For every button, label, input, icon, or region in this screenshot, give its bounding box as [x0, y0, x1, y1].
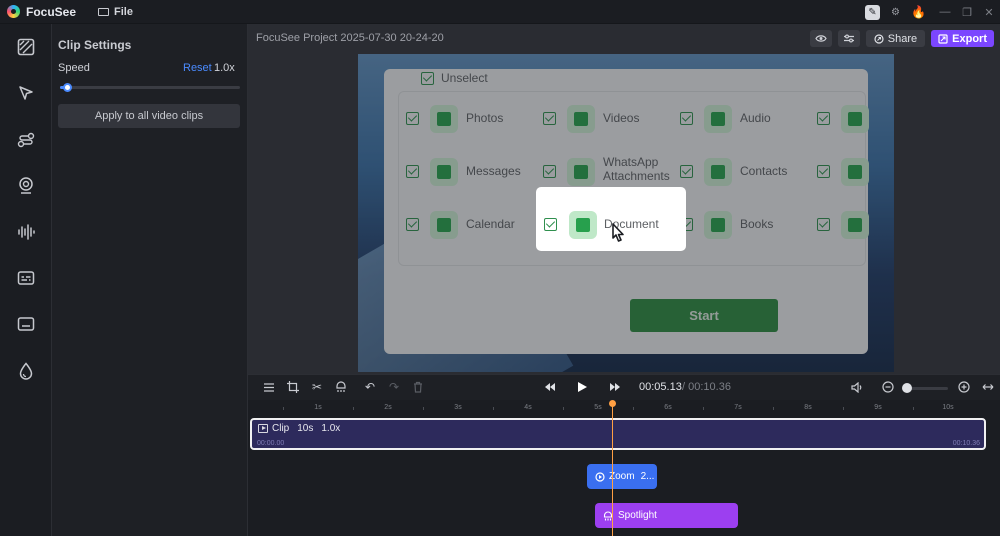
playback-controls: ✂ ↶ ↷ 00:05.13 / 00:10.36: [248, 374, 1000, 400]
file-menu[interactable]: File: [98, 6, 133, 18]
ruler-tick-label: 6s: [664, 404, 672, 411]
timeline-zoom-thumb[interactable]: [902, 383, 912, 393]
export-button[interactable]: Export: [931, 30, 994, 47]
cut-icon[interactable]: ✂: [310, 380, 324, 394]
playhead-handle[interactable]: [609, 400, 616, 407]
clip-start-time: 00:00.00: [257, 440, 285, 447]
ruler-tick-label: 7s: [734, 404, 742, 411]
app-name: FocuSee: [26, 4, 77, 19]
panel-title: Clip Settings: [58, 38, 132, 52]
clip-duration: 10s: [297, 423, 314, 434]
app-logo: [7, 5, 20, 18]
folder-icon: [98, 7, 110, 16]
zoom-in-icon[interactable]: [957, 380, 971, 394]
timeline[interactable]: 1s 2s 3s 4s 5s 6s 7s 8s 9s 10s Clip 10s 1.0x 00:0…: [248, 400, 1000, 536]
document-checkbox: [544, 218, 557, 231]
clip-header: Clip 10s 1.0x: [258, 423, 340, 434]
cursor-icon[interactable]: [17, 84, 35, 102]
ruler-tick: [563, 407, 564, 410]
ruler-tick-label: 8s: [804, 404, 812, 411]
speed-slider[interactable]: [60, 83, 240, 92]
playhead[interactable]: [612, 402, 613, 536]
audio-icon[interactable]: [17, 223, 35, 241]
zoom-segment[interactable]: Zoom 2...: [587, 464, 657, 489]
share-button[interactable]: Share: [865, 30, 926, 47]
background-icon[interactable]: [17, 38, 35, 56]
ruler-tick-label: 2s: [384, 404, 392, 411]
play-icon[interactable]: [575, 380, 589, 394]
ruler-tick: [423, 407, 424, 410]
video-preview[interactable]: Unselect Photos Videos Audio Messages Wh…: [358, 54, 894, 372]
video-clip[interactable]: Clip 10s 1.0x 00:00.00 00:10.36: [250, 418, 986, 450]
share-label: Share: [887, 32, 918, 45]
gift-icon[interactable]: 🔥: [911, 5, 926, 20]
ruler-tick-label: 1s: [314, 404, 322, 411]
ruler-tick: [843, 407, 844, 410]
project-title: FocuSee Project 2025-07-30 20-24-20: [256, 32, 444, 44]
current-time: 00:05.13: [639, 381, 682, 393]
tool-rail: [0, 24, 52, 536]
timeline-ruler[interactable]: 1s 2s 3s 4s 5s 6s 7s 8s 9s 10s: [248, 400, 1000, 416]
total-time: / 00:10.36: [682, 381, 731, 393]
ruler-tick: [493, 407, 494, 410]
adjust-icon[interactable]: [837, 30, 860, 47]
ruler-tick-label: 4s: [524, 404, 532, 411]
eye-icon[interactable]: [809, 30, 832, 47]
clip-settings-panel: Clip Settings Speed Reset 1.0x Apply to …: [52, 24, 248, 536]
captions-icon[interactable]: [17, 269, 35, 287]
fast-forward-icon[interactable]: [608, 380, 622, 394]
ruler-tick-label: 10s: [942, 404, 954, 411]
ruler-tick: [773, 407, 774, 410]
zoom-segment-value: 2...: [640, 471, 655, 482]
document-icon: [569, 211, 597, 239]
ruler-tick: [913, 407, 914, 410]
minimize-icon[interactable]: —: [934, 6, 956, 18]
ruler-tick: [703, 407, 704, 410]
fit-width-icon[interactable]: [981, 380, 995, 394]
export-icon: [938, 33, 948, 44]
speed-value: 1.0x: [214, 62, 235, 74]
camera-icon[interactable]: [17, 177, 35, 195]
mouse-cursor-icon: [612, 223, 624, 242]
watermark-icon[interactable]: [17, 362, 35, 380]
close-icon[interactable]: ✕: [978, 6, 1000, 19]
ruler-tick-label: 3s: [454, 404, 462, 411]
apply-all-button[interactable]: Apply to all video clips: [58, 104, 240, 128]
ruler-tick: [353, 407, 354, 410]
ruler-tick: [633, 407, 634, 410]
clip-video-icon: [258, 424, 268, 433]
reset-button[interactable]: Reset: [183, 62, 212, 74]
zoom-out-icon[interactable]: [881, 380, 895, 394]
clip-end-time: 00:10.36: [952, 440, 980, 447]
ruler-tick-label: 9s: [874, 404, 882, 411]
settings-icon[interactable]: ⚙: [888, 5, 903, 20]
pen-icon[interactable]: ✎: [865, 4, 880, 20]
spotlight-tool-icon[interactable]: [334, 380, 348, 394]
annotation-icon[interactable]: [17, 315, 35, 333]
settings-sliders-icon[interactable]: [262, 380, 276, 394]
share-icon: [874, 33, 884, 44]
zoom-segment-icon: [595, 471, 605, 482]
speed-label: Speed: [58, 62, 90, 74]
delete-icon[interactable]: [411, 380, 425, 394]
ruler-tick-label: 5s: [594, 404, 602, 411]
undo-icon[interactable]: ↶: [363, 380, 377, 394]
ruler-tick: [283, 407, 284, 410]
spotlight-segment[interactable]: Spotlight: [595, 503, 738, 528]
maximize-icon[interactable]: ❐: [956, 6, 978, 19]
spotlight-segment-label: Spotlight: [618, 510, 657, 521]
clip-label: Clip: [272, 423, 290, 434]
title-bar: FocuSee File ✎ ⚙ 🔥 — ❐ ✕: [0, 0, 1000, 24]
crop-icon[interactable]: [286, 380, 300, 394]
file-menu-label: File: [114, 5, 133, 18]
redo-icon[interactable]: ↷: [387, 380, 401, 394]
path-icon[interactable]: [17, 131, 35, 149]
export-label: Export: [952, 32, 987, 45]
clip-speed: 1.0x: [321, 423, 341, 434]
speed-slider-thumb[interactable]: [63, 83, 73, 92]
volume-icon[interactable]: [850, 380, 864, 394]
rewind-icon[interactable]: [543, 380, 557, 394]
preview-area: FocuSee Project 2025-07-30 20-24-20 Shar…: [248, 24, 1000, 374]
